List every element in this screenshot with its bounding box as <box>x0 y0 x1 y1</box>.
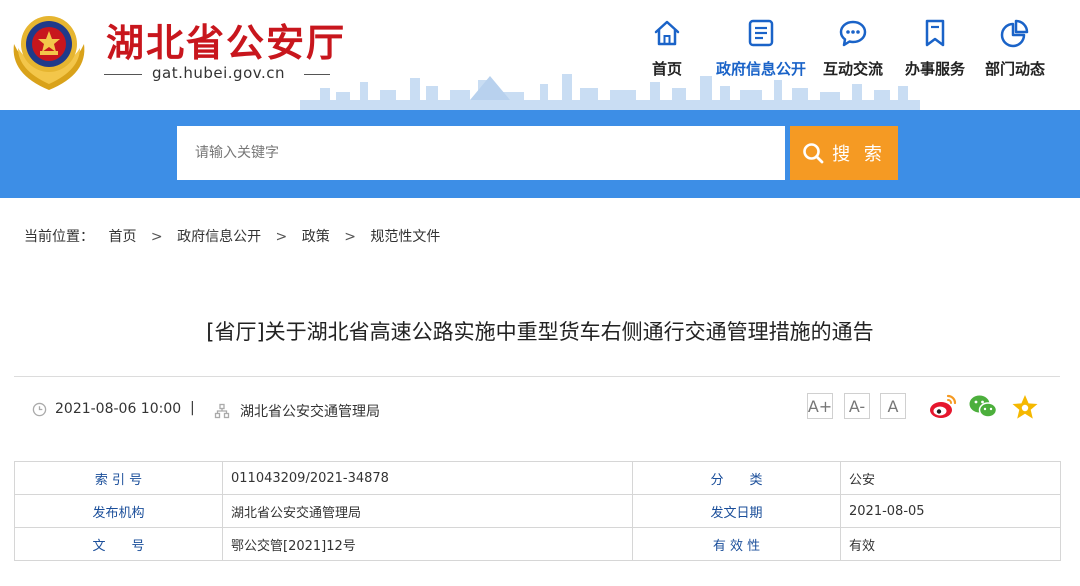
document-info-table: 索 引 号 011043209/2021-34878 分 类 公安 发布机构 湖… <box>14 461 1061 561</box>
publish-datetime: 2021-08-06 10:00 <box>32 401 181 417</box>
breadcrumb-item-home[interactable]: 首页 <box>108 226 136 246</box>
font-size-reset-button[interactable]: A <box>880 393 906 419</box>
nav-item-gov-info[interactable]: 政府信息公开 <box>716 14 806 94</box>
clock-icon <box>32 402 47 416</box>
wechat-icon[interactable] <box>968 393 998 421</box>
nav-item-interaction[interactable]: 互动交流 <box>808 14 898 94</box>
info-value-issuer: 湖北省公安交通管理局 <box>222 494 633 528</box>
nav-label-home: 首页 <box>651 60 682 78</box>
nav-label-gov-info: 政府信息公开 <box>716 60 807 78</box>
search-button-label: 搜 索 <box>832 144 886 165</box>
site-title: 湖北省公安厅 <box>106 21 347 65</box>
nav-item-home[interactable]: 首页 <box>622 14 712 94</box>
font-size-increase-button[interactable]: A+ <box>807 393 833 419</box>
publish-source: 湖北省公安交通管理局 <box>214 401 380 421</box>
breadcrumb-item-policy[interactable]: 政策 <box>302 226 330 246</box>
search-icon <box>803 143 824 164</box>
document-list-icon <box>748 19 774 47</box>
breadcrumb-item-gov-info[interactable]: 政府信息公开 <box>177 226 261 246</box>
meta-divider-line <box>14 376 1060 377</box>
chat-bubble-icon <box>839 20 867 47</box>
article-meta: 2021-08-06 10:00 | 湖北省公安交通管理局 A+ A- A <box>14 385 1060 435</box>
favorite-star-icon[interactable] <box>1010 393 1040 421</box>
search-button[interactable]: 搜 索 <box>790 126 898 180</box>
publish-datetime-text: 2021-08-06 10:00 <box>55 401 182 417</box>
article-title: [省厅]关于湖北省高速公路实施中重型货车右侧通行交通管理措施的通告 <box>206 320 874 344</box>
font-decrease-label: A- <box>848 396 866 416</box>
nav-item-dept-news[interactable]: 部门动态 <box>970 14 1060 94</box>
police-emblem-logo <box>13 16 85 90</box>
table-row: 索 引 号 011043209/2021-34878 分 类 公安 <box>14 461 1061 495</box>
home-icon <box>654 20 680 46</box>
meta-separator: | <box>190 400 195 416</box>
font-reset-label: A <box>887 396 899 416</box>
info-value-validity: 有效 <box>840 527 1061 561</box>
breadcrumb-item-normative-docs[interactable]: 规范性文件 <box>370 226 440 246</box>
info-key-issuer: 发布机构 <box>14 494 223 528</box>
search-banner: 搜 索 <box>0 110 1080 198</box>
search-input[interactable] <box>177 126 785 180</box>
info-key-validity: 有 效 性 <box>632 527 841 561</box>
site-domain-text: gat.hubei.gov.cn <box>152 64 285 82</box>
site-header: 湖北省公安厅 gat.hubei.gov.cn 首页 政府信息公开 互动交流 办… <box>0 0 1080 110</box>
nav-label-services: 办事服务 <box>904 60 965 78</box>
font-size-decrease-button[interactable]: A- <box>844 393 870 419</box>
info-key-category: 分 类 <box>632 461 841 495</box>
site-domain: gat.hubei.gov.cn <box>104 64 330 84</box>
info-key-index-number: 索 引 号 <box>14 461 223 495</box>
breadcrumb: 当前位置： 首页 > 政府信息公开 > 政策 > 规范性文件 <box>24 226 440 246</box>
domain-right-line <box>304 74 330 75</box>
info-key-document-number: 文 号 <box>14 527 223 561</box>
font-increase-label: A+ <box>807 396 833 416</box>
table-row: 文 号 鄂公交管[2021]12号 有 效 性 有效 <box>14 527 1061 561</box>
info-value-issue-date: 2021-08-05 <box>840 494 1061 528</box>
breadcrumb-separator: > <box>150 229 163 245</box>
nav-label-interaction: 互动交流 <box>822 60 883 78</box>
breadcrumb-separator: > <box>344 229 356 245</box>
nav-label-dept-news: 部门动态 <box>984 60 1045 78</box>
info-value-index-number: 011043209/2021-34878 <box>222 461 633 495</box>
info-value-document-number: 鄂公交管[2021]12号 <box>222 527 633 561</box>
publish-source-text: 湖北省公安交通管理局 <box>240 404 380 420</box>
pie-chart-icon <box>1000 19 1029 48</box>
domain-left-line <box>104 74 142 75</box>
bookmark-icon <box>925 19 945 47</box>
main-nav: 首页 政府信息公开 互动交流 办事服务 部门动态 <box>640 14 1070 94</box>
info-value-category: 公安 <box>840 461 1061 495</box>
weibo-icon[interactable] <box>928 393 958 421</box>
info-key-issue-date: 发文日期 <box>632 494 841 528</box>
org-chart-icon <box>214 403 230 419</box>
breadcrumb-separator: > <box>275 229 288 245</box>
breadcrumb-prefix: 当前位置： <box>24 229 94 245</box>
nav-item-services[interactable]: 办事服务 <box>890 14 980 94</box>
table-row: 发布机构 湖北省公安交通管理局 发文日期 2021-08-05 <box>14 494 1061 528</box>
